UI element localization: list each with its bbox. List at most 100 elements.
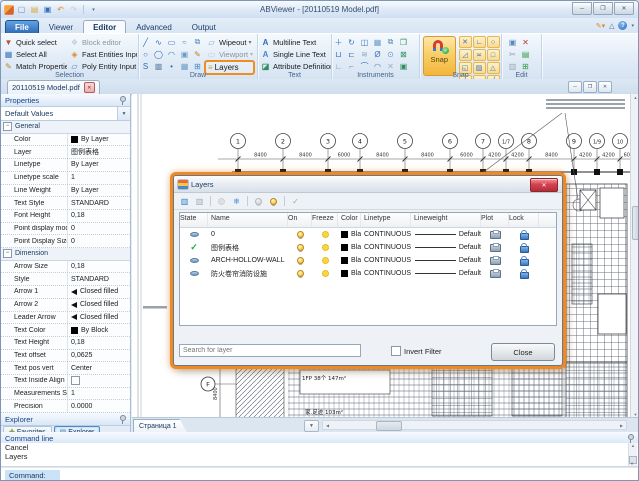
instrument-tool-icon[interactable]: ∟: [332, 60, 345, 72]
layer-color-cell[interactable]: Bla...: [338, 254, 361, 267]
draw-tool-icon[interactable]: ✎: [191, 48, 204, 60]
button-single-line-text[interactable]: ASingle Line Text: [258, 48, 331, 60]
layer-linetype-cell[interactable]: CONTINUOUS: [361, 241, 411, 254]
edit-tool-icon[interactable]: ▤: [519, 48, 532, 60]
edit-tool-icon[interactable]: ▣: [506, 36, 519, 48]
draw-tool-icon[interactable]: ▣: [178, 48, 191, 60]
mdi-close-icon[interactable]: ✕: [598, 81, 612, 93]
instrument-tool-icon[interactable]: ❐: [397, 36, 410, 48]
draw-tool-icon[interactable]: ╱: [139, 36, 152, 48]
mdi-restore-icon[interactable]: ❐: [583, 81, 597, 93]
help-icon[interactable]: ?: [618, 21, 627, 30]
style-menu-icon[interactable]: ✎▾: [596, 22, 605, 30]
close-icon[interactable]: ✕: [614, 2, 634, 15]
edit-tool-icon[interactable]: ⊞: [519, 60, 532, 72]
layer-row[interactable]: 防火卷帘消防设施Bla...CONTINUOUSDefault: [180, 267, 556, 280]
snap-toggle-button[interactable]: ✓ Snap: [423, 36, 456, 76]
layer-color-cell[interactable]: Bla...: [338, 228, 361, 241]
button-poly-entity-input[interactable]: ▱Poly Entity Input: [67, 60, 137, 72]
column-header-on[interactable]: On: [288, 213, 312, 227]
checkbox[interactable]: [71, 376, 80, 385]
button-select-all[interactable]: ▦Select All: [1, 48, 67, 60]
instrument-tool-icon[interactable]: ↻: [345, 36, 358, 48]
layer-freeze-cell[interactable]: [312, 228, 338, 241]
layer-state-cell[interactable]: [180, 254, 208, 267]
instrument-tool-icon[interactable]: ⊙: [384, 48, 397, 60]
freeze-icon[interactable]: ❄: [230, 195, 243, 207]
layer-on-cell[interactable]: [288, 228, 312, 241]
column-header-linetype[interactable]: Linetype: [361, 213, 411, 227]
instrument-tool-icon[interactable]: ⌒: [358, 60, 371, 72]
section-header-general[interactable]: −General: [1, 121, 130, 134]
property-row[interactable]: Point display mode0: [1, 223, 130, 236]
delete-layer-icon[interactable]: ▥: [193, 195, 206, 207]
wipeout-button[interactable]: ▱ Wipeout▾: [204, 36, 255, 48]
viewport-button[interactable]: ▭ Viewport▾: [204, 48, 255, 60]
property-row[interactable]: Text Height0,18: [1, 337, 130, 350]
property-row[interactable]: Leader ArrowClosed filled: [1, 312, 130, 325]
layer-state-cell[interactable]: [180, 228, 208, 241]
tab-editor[interactable]: Editor: [83, 20, 126, 33]
layer-lock-cell[interactable]: [509, 241, 539, 254]
property-row[interactable]: Layer图例表格: [1, 146, 130, 159]
column-header-state[interactable]: State: [180, 213, 208, 227]
draw-tool-icon[interactable]: ∿: [152, 36, 165, 48]
layer-on-cell[interactable]: [288, 241, 312, 254]
layer-name-cell[interactable]: 0: [208, 228, 288, 241]
vertical-scrollbar[interactable]: ▲ ▼: [630, 94, 639, 418]
layer-lineweight-cell[interactable]: Default: [411, 241, 481, 254]
layer-freeze-cell[interactable]: [312, 254, 338, 267]
property-row[interactable]: Linetype scale1: [1, 172, 130, 185]
app-icon[interactable]: [4, 5, 14, 15]
layer-lineweight-cell[interactable]: Default: [411, 254, 481, 267]
open-file-icon[interactable]: ▤: [29, 4, 40, 15]
tab-viewer[interactable]: Viewer: [39, 20, 83, 33]
minimize-icon[interactable]: ─: [572, 2, 592, 15]
layer-on-cell[interactable]: [288, 267, 312, 280]
invert-filter-checkbox[interactable]: [391, 346, 401, 356]
draw-tool-icon[interactable]: ◠: [165, 48, 178, 60]
layer-plot-cell[interactable]: [481, 228, 509, 241]
snap-mode-icon[interactable]: ◿: [459, 49, 472, 61]
layer-color-cell[interactable]: Bla...: [338, 241, 361, 254]
instrument-tool-icon[interactable]: ◫: [358, 36, 371, 48]
invert-filter[interactable]: Invert Filter: [391, 346, 442, 356]
layer-row[interactable]: 0Bla...CONTINUOUSDefault: [180, 228, 556, 241]
restore-icon[interactable]: ❐: [593, 2, 613, 15]
draw-tool-icon[interactable]: ▭: [165, 36, 178, 48]
column-header-lock[interactable]: Lock: [509, 213, 539, 227]
edit-tool-icon[interactable]: ✂: [506, 48, 519, 60]
dialog-title-bar[interactable]: Layers ✕: [174, 176, 562, 193]
layer-plot-cell[interactable]: [481, 254, 509, 267]
layer-color-cell[interactable]: Bla...: [338, 267, 361, 280]
layer-freeze-cell[interactable]: [312, 267, 338, 280]
layer-lineweight-cell[interactable]: Default: [411, 228, 481, 241]
layer-plot-cell[interactable]: [481, 267, 509, 280]
section-header-dimension[interactable]: −Dimension: [1, 248, 130, 261]
scroll-left-icon[interactable]: ◀: [323, 421, 332, 429]
snap-mode-icon[interactable]: ∟: [473, 36, 486, 48]
minimize-ribbon-icon[interactable]: △: [609, 22, 614, 30]
instrument-tool-icon[interactable]: ＋: [332, 36, 345, 48]
property-row[interactable]: Measurements Scale1: [1, 388, 130, 401]
instrument-tool-icon[interactable]: ▦: [371, 36, 384, 48]
layer-name-cell[interactable]: 图例表格: [208, 241, 288, 254]
button-fast-entities-input[interactable]: ◈Fast Entities Input: [67, 48, 137, 60]
scrollbar-thumb[interactable]: [632, 206, 639, 240]
snap-mode-icon[interactable]: ≍: [473, 49, 486, 61]
tab-advanced[interactable]: Advanced: [126, 20, 182, 33]
command-prompt[interactable]: Command:: [1, 467, 638, 481]
instrument-tool-icon[interactable]: ⌐: [345, 60, 358, 72]
new-layer-icon[interactable]: ▥: [178, 195, 191, 207]
property-row[interactable]: Text StyleSTANDARD: [1, 197, 130, 210]
layer-linetype-cell[interactable]: CONTINUOUS: [361, 254, 411, 267]
property-row[interactable]: Arrow 2Closed filled: [1, 299, 130, 312]
button-quick-select[interactable]: ▼Quick select: [1, 36, 67, 48]
layer-state-cell[interactable]: ✓: [180, 241, 208, 254]
help-menu-icon[interactable]: ▾: [631, 23, 634, 29]
bulb-off-icon[interactable]: [252, 195, 265, 207]
property-row[interactable]: Point Display Size0: [1, 235, 130, 248]
layer-lock-cell[interactable]: [509, 228, 539, 241]
pin-icon[interactable]: [118, 415, 126, 424]
draw-tool-icon[interactable]: S: [139, 60, 152, 72]
